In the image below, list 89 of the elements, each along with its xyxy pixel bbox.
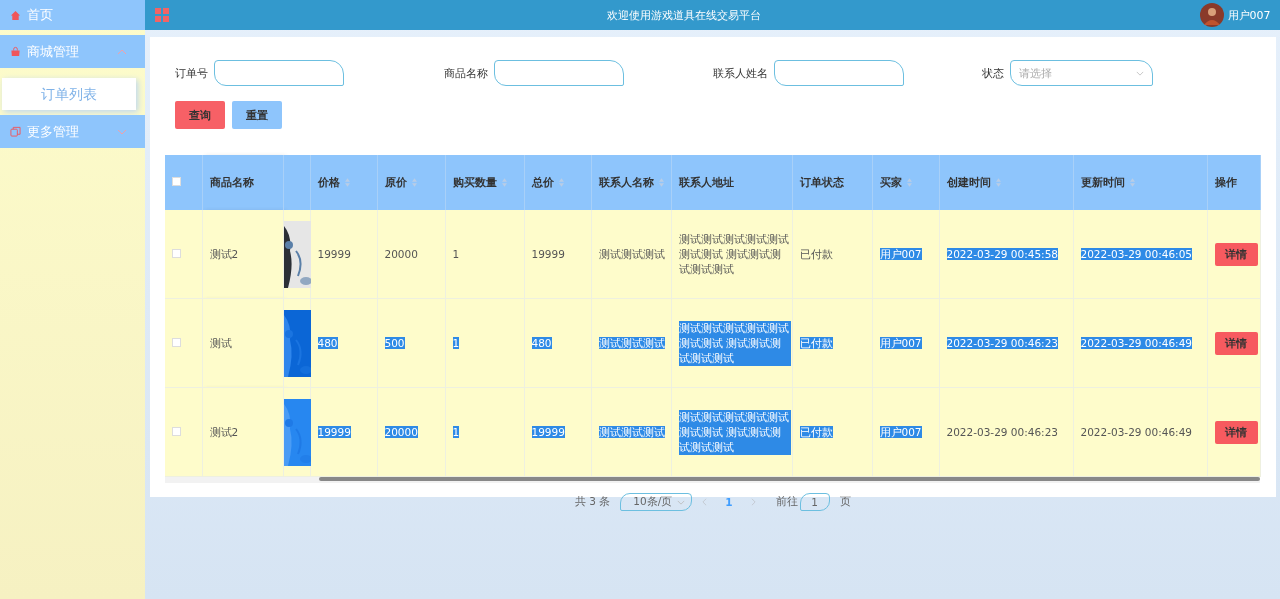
details-button[interactable]: 详情 (1214, 242, 1258, 266)
table-cell: 500 (384, 336, 405, 349)
total-count: 共 3 条 (574, 495, 611, 509)
avatar-icon[interactable] (1199, 3, 1224, 27)
column-header: 总价 (531, 175, 554, 190)
sort-icon[interactable] (1129, 178, 1135, 187)
input-field[interactable] (774, 60, 904, 86)
table-cell: 测试测试测试 (598, 247, 665, 260)
table-cell: 20000 (384, 247, 418, 260)
table-cell: 1 (452, 425, 460, 438)
page-title: 欢迎使用游戏道具在线交易平台 (606, 7, 763, 23)
input-field[interactable] (214, 60, 344, 86)
column-header: 价格 (317, 175, 340, 190)
checkbox[interactable] (172, 249, 181, 258)
goto-label: 前往 (775, 495, 798, 509)
table-cell: 用户007 (879, 247, 922, 260)
checkbox[interactable] (172, 427, 181, 436)
sort-icon[interactable] (501, 178, 507, 187)
bag-icon (10, 46, 21, 57)
page-size-select[interactable]: 10条/页 (620, 493, 693, 511)
sort-icon[interactable] (558, 178, 564, 187)
copy-icon (10, 126, 21, 137)
previous-page-icon[interactable] (702, 498, 708, 506)
table-cell: 测试2 (209, 247, 239, 260)
home-icon (10, 9, 21, 21)
next-page-icon[interactable] (750, 498, 756, 506)
table-cell: 19999 (531, 247, 565, 260)
table-cell: 测试2 (209, 425, 239, 438)
table-cell: 480 (317, 336, 338, 349)
input-field[interactable] (494, 60, 624, 86)
table-cell: 2022-03-29 00:46:23 (946, 425, 1059, 438)
table-cell: 480 (531, 336, 552, 349)
table-cell: 2022-03-29 00:45:58 (946, 247, 1059, 260)
filter-label: 订单号 (175, 65, 208, 81)
submenu-item[interactable]: 订单列表 (2, 78, 136, 110)
checkbox[interactable] (172, 338, 181, 347)
filter-label: 状态 (982, 65, 1004, 81)
column-header: 操作 (1214, 175, 1237, 190)
status-select[interactable]: 请选择 (1010, 60, 1153, 86)
table-cell: 已付款 (799, 336, 833, 349)
table-cell: 2022-03-29 00:46:23 (946, 336, 1059, 349)
table-cell: 用户007 (879, 425, 922, 438)
sort-icon[interactable] (411, 178, 417, 187)
table-cell: 20000 (384, 425, 418, 438)
column-header: 联系人地址 (678, 175, 734, 190)
column-header: 原价 (384, 175, 407, 190)
search-button[interactable]: 查询 (175, 101, 225, 129)
table-cell: 测试测试测试测试测试测试测试 测试测试测试测试测试 (678, 320, 791, 366)
table-cell: 19999 (317, 247, 351, 260)
table-cell: 1 (452, 336, 460, 349)
username[interactable]: 用户007 (1227, 7, 1271, 23)
table-cell: 19999 (317, 425, 351, 438)
details-button[interactable]: 详情 (1214, 420, 1258, 444)
reset-button[interactable]: 重置 (232, 101, 282, 129)
checkbox[interactable] (172, 177, 181, 186)
sort-icon[interactable] (658, 178, 664, 187)
sort-icon[interactable] (344, 178, 350, 187)
table-cell: 测试测试测试测试测试测试测试 测试测试测试测试测试 (678, 409, 791, 455)
table-cell: 已付款 (799, 425, 833, 438)
table-cell: 1 (452, 247, 460, 260)
grid-icon[interactable] (155, 8, 169, 22)
column-header: 更新时间 (1080, 175, 1125, 190)
table-cell: 已付款 (799, 247, 833, 260)
table-cell: 2022-03-29 00:46:05 (1080, 247, 1193, 260)
details-button[interactable]: 详情 (1214, 331, 1258, 355)
page-number[interactable]: 1 (717, 496, 741, 508)
column-header: 联系人名称 (598, 175, 654, 190)
scrollbar[interactable] (165, 477, 1260, 483)
table-cell-text: 测试测试测试测试测试测试测试 测试测试测试测试测试 (678, 231, 790, 277)
table-cell: 用户007 (879, 336, 922, 349)
column-header: 创建时间 (946, 175, 991, 190)
sort-icon[interactable] (995, 178, 1001, 187)
page-input[interactable]: 1 (799, 493, 830, 511)
table-cell: 测试测试测试 (598, 425, 665, 438)
filter-label: 商品名称 (444, 65, 488, 81)
page-suffix: 页 (839, 495, 851, 509)
sort-icon[interactable] (906, 178, 912, 187)
table-cell: 19999 (531, 425, 565, 438)
column-header: 商品名称 (209, 175, 254, 190)
column-header: 购买数量 (452, 175, 497, 190)
caret-icon (677, 499, 686, 505)
table-cell: 测试测试测试 (598, 336, 665, 349)
table-cell: 2022-03-29 00:46:49 (1080, 336, 1193, 349)
table-cell: 测试 (209, 336, 232, 349)
column-header: 订单状态 (799, 175, 844, 190)
caret-icon (1136, 70, 1144, 76)
filter-label: 联系人姓名 (713, 65, 768, 81)
column-header: 买家 (879, 175, 902, 190)
table-cell: 2022-03-29 00:46:49 (1080, 425, 1193, 438)
